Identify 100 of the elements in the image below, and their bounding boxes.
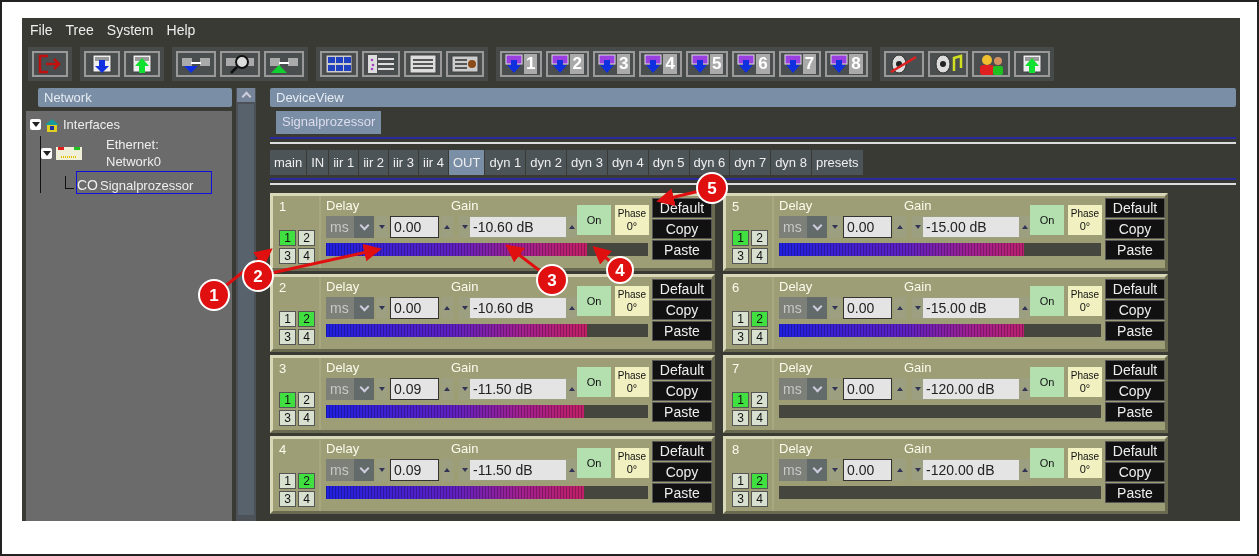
source-button[interactable]: 4	[751, 410, 768, 426]
on-toggle[interactable]: On	[1030, 205, 1064, 235]
source-button[interactable]: 3	[732, 410, 749, 426]
increment-button[interactable]	[441, 216, 453, 238]
decrement-button[interactable]	[829, 459, 841, 481]
phase-button[interactable]: Phase 0°	[615, 448, 649, 478]
delay-field[interactable]: 0.09	[390, 378, 439, 400]
source-button[interactable]: 4	[751, 491, 768, 507]
source-button[interactable]: 4	[751, 248, 768, 264]
decrement-button[interactable]	[829, 216, 841, 238]
increment-button[interactable]	[894, 216, 906, 238]
phase-button[interactable]: Phase 0°	[615, 367, 649, 397]
action-button[interactable]: Default	[1105, 441, 1165, 461]
tab[interactable]: main	[270, 150, 307, 175]
source-button[interactable]: 1	[732, 392, 749, 408]
on-toggle[interactable]: On	[1030, 367, 1064, 397]
gain-field[interactable]: -15.00 dB	[912, 216, 1030, 238]
on-toggle[interactable]: On	[577, 367, 611, 397]
tab[interactable]: dyn 4	[607, 150, 648, 175]
action-button[interactable]: Copy	[1105, 219, 1165, 239]
tab[interactable]: iir 1	[329, 150, 359, 175]
delay-field[interactable]: 0.00	[843, 459, 892, 481]
action-button[interactable]: Default	[652, 441, 712, 461]
toolbar-button[interactable]	[404, 51, 442, 77]
gain-field[interactable]: -11.50 dB	[459, 459, 577, 481]
action-button[interactable]: Copy	[1105, 462, 1165, 482]
menu-item[interactable]: System	[106, 22, 154, 40]
toolbar-button[interactable]	[883, 51, 924, 77]
phase-button[interactable]: Phase 0°	[1068, 205, 1102, 235]
tab[interactable]: iir 4	[419, 150, 448, 175]
increment-button[interactable]	[894, 378, 906, 400]
action-button[interactable]: Paste	[1105, 483, 1165, 503]
action-button[interactable]: Copy	[1105, 300, 1165, 320]
on-toggle[interactable]: On	[1030, 448, 1064, 478]
action-button[interactable]: Copy	[652, 219, 712, 239]
tab[interactable]: dyn 2	[526, 150, 567, 175]
source-button[interactable]: 2	[298, 311, 315, 327]
action-button[interactable]: Default	[1105, 279, 1165, 299]
source-button[interactable]: 2	[751, 392, 768, 408]
tab[interactable]: iir 3	[389, 150, 419, 175]
decrement-button[interactable]	[376, 378, 388, 400]
source-button[interactable]: 2	[751, 230, 768, 246]
gain-field[interactable]: -120.00 dB	[912, 459, 1030, 481]
action-button[interactable]: Default	[1105, 198, 1165, 218]
action-button[interactable]: Copy	[652, 300, 712, 320]
source-button[interactable]: 2	[751, 311, 768, 327]
source-button[interactable]: 3	[732, 248, 749, 264]
source-button[interactable]: 1	[732, 230, 749, 246]
action-button[interactable]: Default	[652, 279, 712, 299]
gain-field[interactable]: -15.00 dB	[912, 297, 1030, 319]
source-button[interactable]: 2	[298, 473, 315, 489]
toolbar-button[interactable]	[1013, 51, 1050, 77]
gain-field[interactable]: -120.00 dB	[912, 378, 1030, 400]
phase-button[interactable]: Phase 0°	[1068, 286, 1102, 316]
phase-button[interactable]: Phase 0°	[615, 205, 649, 235]
delay-field[interactable]: 0.00	[843, 297, 892, 319]
delay-field[interactable]: 0.00	[390, 297, 439, 319]
delay-field[interactable]: 0.00	[843, 216, 892, 238]
toolbar-button[interactable]	[124, 51, 160, 77]
network-node[interactable]: Ethernet: Network0	[106, 136, 186, 170]
source-button[interactable]: 2	[298, 230, 315, 246]
gain-field[interactable]: -11.50 dB	[459, 378, 577, 400]
delay-field[interactable]: 0.00	[390, 216, 439, 238]
tab[interactable]: dyn 5	[648, 150, 689, 175]
toolbar-button[interactable]	[84, 51, 120, 77]
menu-item[interactable]: File	[30, 22, 53, 40]
source-button[interactable]: 1	[279, 311, 296, 327]
action-button[interactable]: Paste	[652, 483, 712, 503]
decrement-button[interactable]	[376, 216, 388, 238]
source-button[interactable]: 2	[298, 392, 315, 408]
toolbar-button[interactable]	[220, 51, 260, 77]
source-button[interactable]: 3	[732, 491, 749, 507]
toolbar-button[interactable]	[927, 51, 968, 77]
action-button[interactable]: Paste	[1105, 402, 1165, 422]
on-toggle[interactable]: On	[1030, 286, 1064, 316]
tab[interactable]: iir 2	[359, 150, 389, 175]
source-button[interactable]: 3	[279, 491, 296, 507]
source-button[interactable]: 1	[279, 392, 296, 408]
menu-item[interactable]: Help	[166, 22, 196, 40]
phase-button[interactable]: Phase 0°	[1068, 448, 1102, 478]
delay-field[interactable]: 0.09	[390, 459, 439, 481]
tab[interactable]: dyn 8	[771, 150, 811, 175]
tab[interactable]: dyn 3	[567, 150, 607, 175]
action-button[interactable]: Default	[1105, 360, 1165, 380]
source-button[interactable]: 3	[279, 248, 296, 264]
increment-button[interactable]	[894, 297, 906, 319]
expander-icon[interactable]	[41, 147, 52, 159]
tab[interactable]: dyn 6	[689, 150, 730, 175]
decrement-button[interactable]	[376, 459, 388, 481]
source-button[interactable]: 4	[298, 248, 315, 264]
increment-button[interactable]	[441, 297, 453, 319]
action-button[interactable]: Paste	[652, 321, 712, 341]
toolbar-button[interactable]	[362, 51, 400, 77]
source-button[interactable]: 4	[298, 491, 315, 507]
increment-button[interactable]	[894, 459, 906, 481]
source-button[interactable]: 1	[732, 311, 749, 327]
network-node[interactable]: Interfaces	[63, 117, 121, 132]
tab[interactable]: dyn 7	[730, 150, 771, 175]
action-button[interactable]: Copy	[652, 381, 712, 401]
source-button[interactable]: 2	[751, 473, 768, 489]
